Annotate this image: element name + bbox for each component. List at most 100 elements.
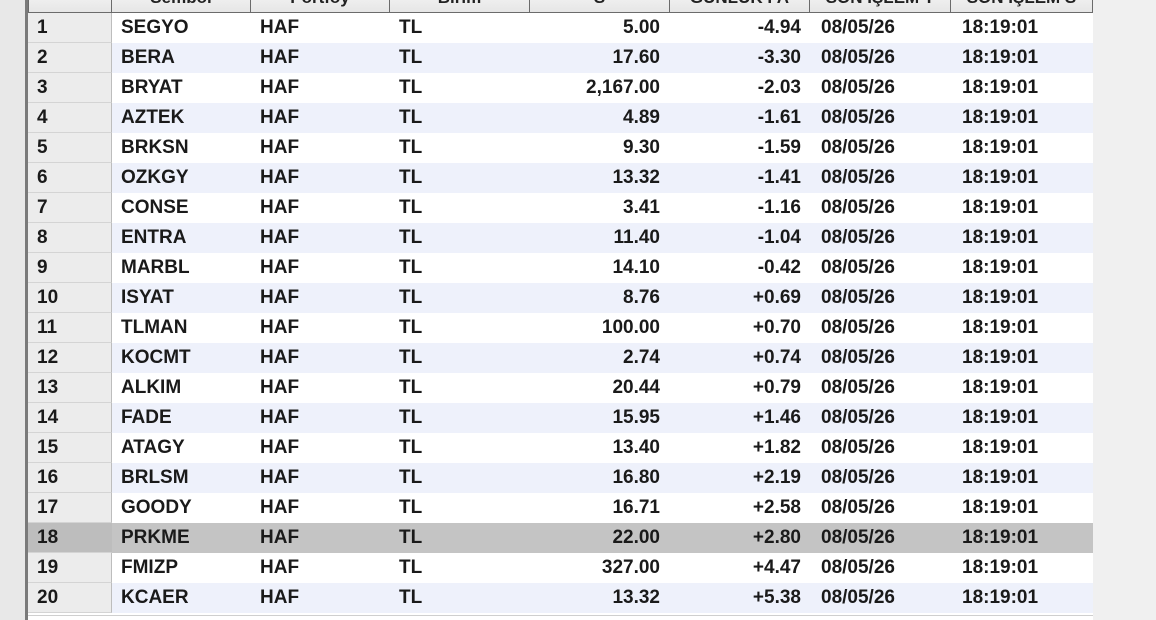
table-row[interactable]: 18 PRKME HAF TL 22.00 +2.80 08/05/26 18:… [28, 523, 1093, 553]
daily-change-cell: -1.16 [757, 197, 801, 218]
last-trade-time-cell: 18:19:01 [962, 467, 1039, 488]
table-row[interactable]: 3 BRYAT HAF TL 2,167.00 -2.03 08/05/26 1… [28, 73, 1093, 103]
price-cell: 14.10 [612, 257, 660, 278]
table-row[interactable]: 7 CONSE HAF TL 3.41 -1.16 08/05/26 18:19… [28, 193, 1093, 223]
table-row[interactable]: 19 FMIZP HAF TL 327.00 +4.47 08/05/26 18… [28, 553, 1093, 583]
unit-cell: TL [399, 467, 423, 488]
unit-cell: TL [399, 557, 423, 578]
table-row[interactable]: 9 MARBL HAF TL 14.10 -0.42 08/05/26 18:1… [28, 253, 1093, 283]
header-last-trade-date[interactable]: SON İŞLEM T [810, 0, 951, 13]
table-row[interactable]: 11 TLMAN HAF TL 100.00 +0.70 08/05/26 18… [28, 313, 1093, 343]
price-cell: 13.32 [612, 167, 660, 188]
daily-change-cell: +0.79 [752, 377, 801, 398]
row-number: 2 [28, 43, 112, 73]
grid-header: Sembol Portföy Birim S GÜNLÜK FA SON İŞL… [28, 0, 1093, 13]
row-number: 8 [28, 223, 112, 253]
daily-change-cell: +1.82 [752, 437, 801, 458]
table-row[interactable]: 5 BRKSN HAF TL 9.30 -1.59 08/05/26 18:19… [28, 133, 1093, 163]
last-trade-date-cell: 08/05/26 [821, 17, 895, 38]
grid-body: 1 SEGYO HAF TL 5.00 -4.94 08/05/26 18:19… [28, 13, 1093, 613]
header-last-trade-time[interactable]: SON İŞLEM S [951, 0, 1093, 13]
price-cell: 5.00 [623, 17, 660, 38]
last-trade-date-cell: 08/05/26 [821, 197, 895, 218]
price-cell: 13.32 [612, 587, 660, 608]
daily-change-cell: +2.80 [752, 527, 801, 548]
header-daily-change[interactable]: GÜNLÜK FA [670, 0, 810, 13]
table-row[interactable]: 17 GOODY HAF TL 16.71 +2.58 08/05/26 18:… [28, 493, 1093, 523]
header-price[interactable]: S [530, 0, 670, 13]
symbol-cell: MARBL [121, 257, 190, 278]
last-trade-date-cell: 08/05/26 [821, 467, 895, 488]
table-row[interactable]: 6 OZKGY HAF TL 13.32 -1.41 08/05/26 18:1… [28, 163, 1093, 193]
portfolio-cell: HAF [260, 527, 300, 548]
last-trade-time-cell: 18:19:01 [962, 77, 1039, 98]
table-row[interactable]: 10 ISYAT HAF TL 8.76 +0.69 08/05/26 18:1… [28, 283, 1093, 313]
symbol-cell: ALKIM [121, 377, 182, 398]
portfolio-cell: HAF [260, 587, 300, 608]
row-number: 17 [28, 493, 112, 523]
row-number: 19 [28, 553, 112, 583]
price-cell: 2.74 [623, 347, 660, 368]
price-cell: 16.71 [612, 497, 660, 518]
price-cell: 15.95 [612, 407, 660, 428]
unit-cell: TL [399, 527, 423, 548]
last-trade-date-cell: 08/05/26 [821, 77, 895, 98]
header-unit[interactable]: Birim [390, 0, 530, 13]
table-row[interactable]: 2 BERA HAF TL 17.60 -3.30 08/05/26 18:19… [28, 43, 1093, 73]
portfolio-cell: HAF [260, 467, 300, 488]
daily-change-cell: -3.30 [757, 47, 801, 68]
table-row[interactable]: 12 KOCMT HAF TL 2.74 +0.74 08/05/26 18:1… [28, 343, 1093, 373]
daily-change-cell: -0.42 [757, 257, 801, 278]
portfolio-cell: HAF [260, 167, 300, 188]
portfolio-cell: HAF [260, 377, 300, 398]
table-row[interactable]: 13 ALKIM HAF TL 20.44 +0.79 08/05/26 18:… [28, 373, 1093, 403]
row-number: 13 [28, 373, 112, 403]
row-number: 16 [28, 463, 112, 493]
table-row[interactable]: 1 SEGYO HAF TL 5.00 -4.94 08/05/26 18:19… [28, 13, 1093, 43]
daily-change-cell: -2.03 [757, 77, 801, 98]
unit-cell: TL [399, 377, 423, 398]
row-number: 20 [28, 583, 112, 613]
portfolio-cell: HAF [260, 47, 300, 68]
row-number: 3 [28, 73, 112, 103]
header-symbol[interactable]: Sembol [112, 0, 251, 13]
row-number: 11 [28, 313, 112, 343]
portfolio-cell: HAF [260, 557, 300, 578]
portfolio-cell: HAF [260, 137, 300, 158]
portfolio-cell: HAF [260, 227, 300, 248]
symbol-cell: BRKSN [121, 137, 189, 158]
symbol-cell: BRYAT [121, 77, 183, 98]
table-row[interactable]: 15 ATAGY HAF TL 13.40 +1.82 08/05/26 18:… [28, 433, 1093, 463]
symbol-cell: ATAGY [121, 437, 185, 458]
header-row-number[interactable] [28, 0, 112, 13]
table-row[interactable]: 16 BRLSM HAF TL 16.80 +2.19 08/05/26 18:… [28, 463, 1093, 493]
header-portfolio[interactable]: Portföy [251, 0, 390, 13]
row-number: 9 [28, 253, 112, 283]
last-trade-time-cell: 18:19:01 [962, 167, 1039, 188]
price-cell: 16.80 [612, 467, 660, 488]
symbol-cell: FMIZP [121, 557, 178, 578]
last-trade-time-cell: 18:19:01 [962, 257, 1039, 278]
table-row[interactable]: 4 AZTEK HAF TL 4.89 -1.61 08/05/26 18:19… [28, 103, 1093, 133]
table-row[interactable]: 20 KCAER HAF TL 13.32 +5.38 08/05/26 18:… [28, 583, 1093, 613]
unit-cell: TL [399, 17, 423, 38]
row-number: 10 [28, 283, 112, 313]
daily-change-cell: +0.70 [752, 317, 801, 338]
price-cell: 3.41 [623, 197, 660, 218]
last-trade-time-cell: 18:19:01 [962, 497, 1039, 518]
last-trade-time-cell: 18:19:01 [962, 287, 1039, 308]
row-number: 18 [28, 523, 112, 553]
last-trade-time-cell: 18:19:01 [962, 527, 1039, 548]
daily-change-cell: +0.69 [752, 287, 801, 308]
daily-change-cell: -4.94 [757, 17, 801, 38]
table-row[interactable]: 8 ENTRA HAF TL 11.40 -1.04 08/05/26 18:1… [28, 223, 1093, 253]
symbol-cell: AZTEK [121, 107, 185, 128]
daily-change-cell: +2.19 [752, 467, 801, 488]
symbol-cell: BRLSM [121, 467, 189, 488]
table-row[interactable]: 14 FADE HAF TL 15.95 +1.46 08/05/26 18:1… [28, 403, 1093, 433]
last-trade-time-cell: 18:19:01 [962, 17, 1039, 38]
price-cell: 9.30 [623, 137, 660, 158]
daily-change-cell: -1.59 [757, 137, 801, 158]
portfolio-cell: HAF [260, 317, 300, 338]
price-cell: 2,167.00 [586, 77, 660, 98]
